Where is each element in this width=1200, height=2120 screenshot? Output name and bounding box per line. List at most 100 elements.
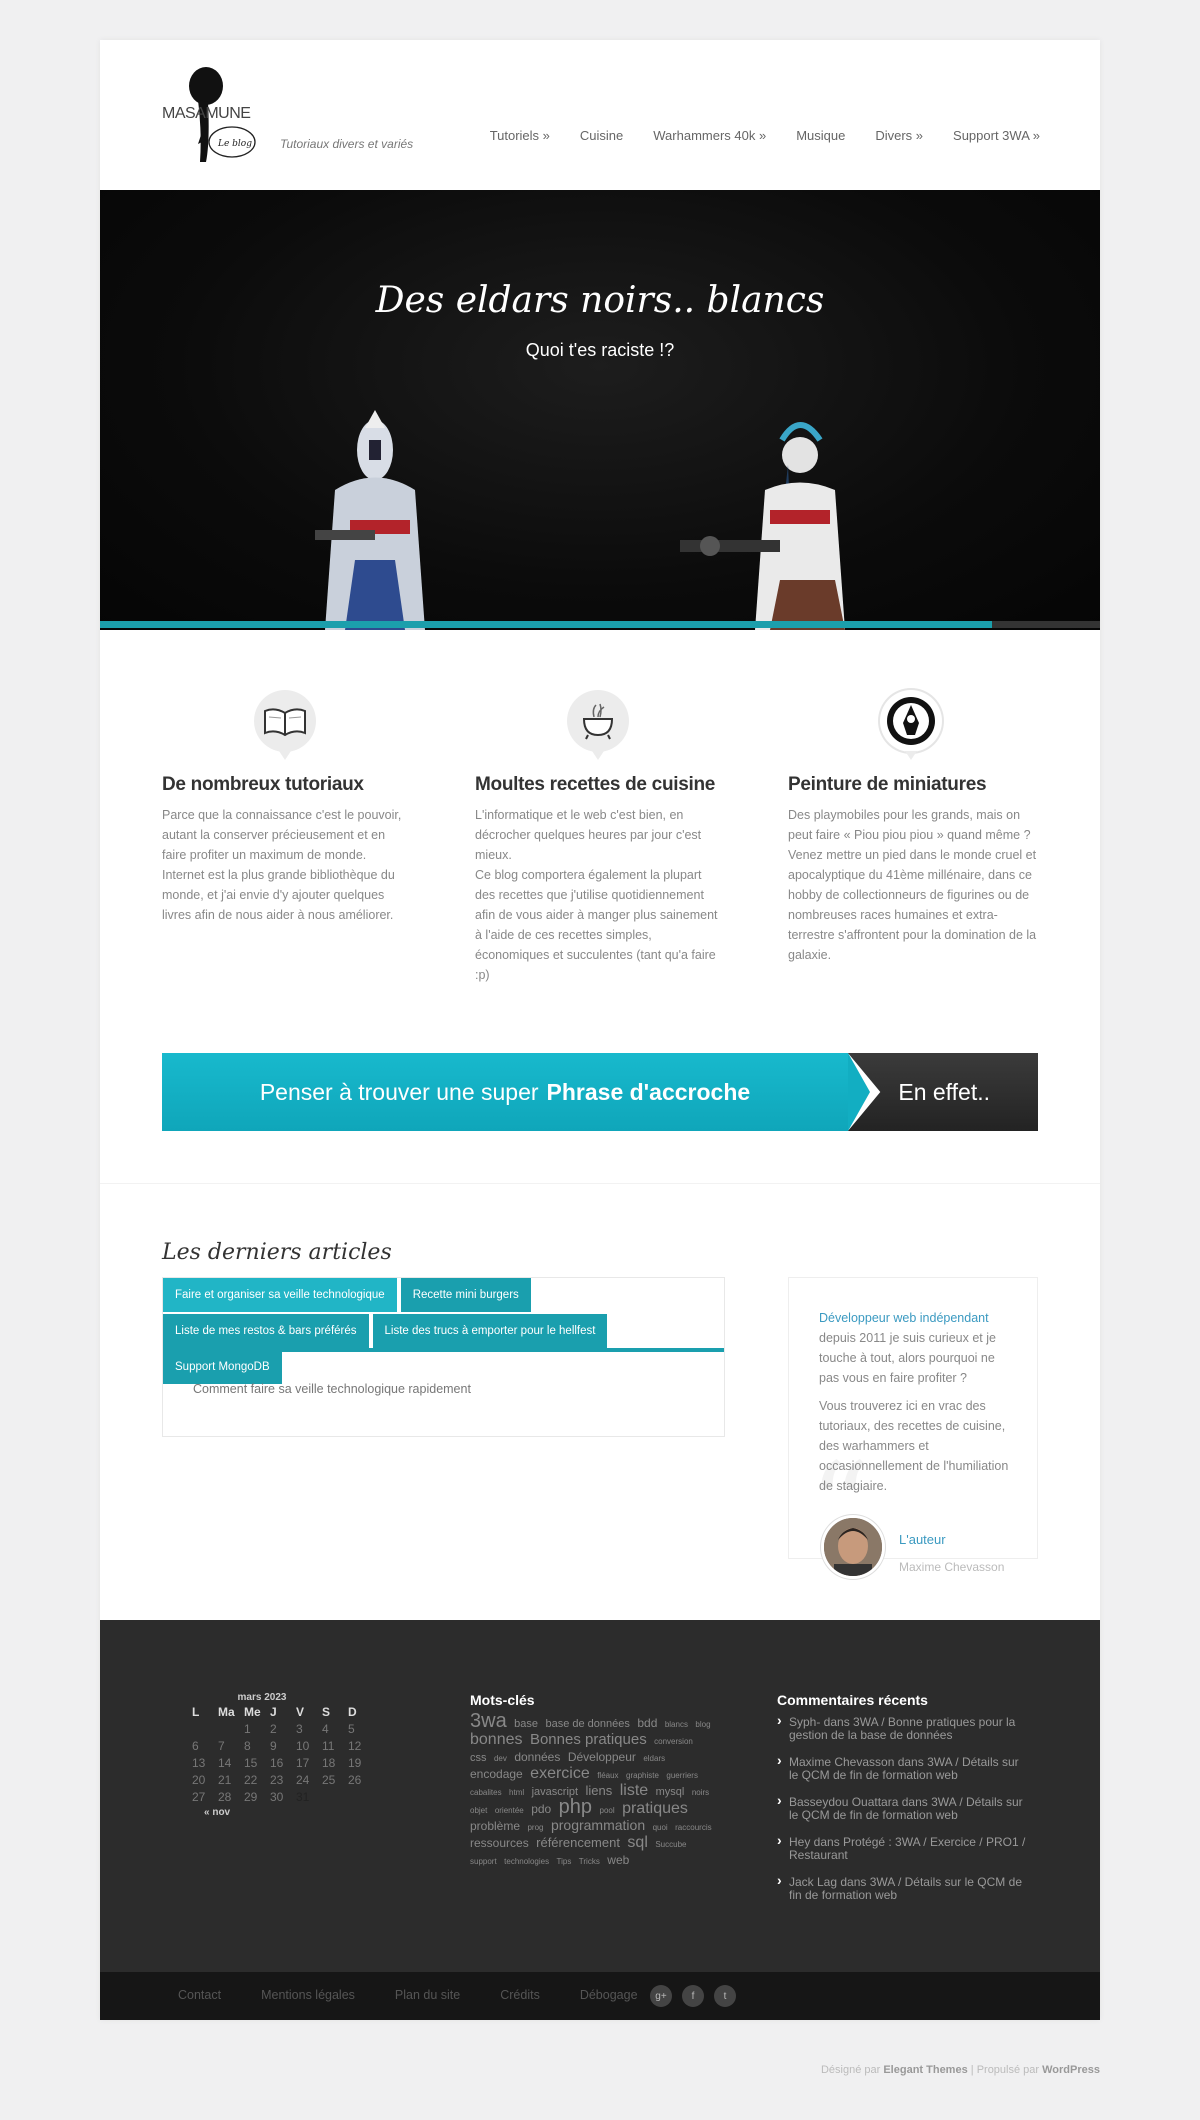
tag-link[interactable]: liste xyxy=(620,1782,648,1799)
tag-link[interactable]: référencement xyxy=(536,1835,620,1850)
tag-link[interactable]: prog xyxy=(527,1823,543,1832)
calendar-day: 22 xyxy=(244,1772,258,1787)
nav-item-support-3wa[interactable]: Support 3WA » xyxy=(953,128,1040,143)
author-label[interactable]: L'auteur xyxy=(899,1532,946,1547)
tag-link[interactable]: programmation xyxy=(551,1817,645,1833)
calendar-day: 15 xyxy=(244,1755,258,1770)
tag-link[interactable]: noirs xyxy=(692,1788,709,1797)
tag-link[interactable]: pdo xyxy=(531,1802,551,1816)
section-divider xyxy=(100,1183,1100,1184)
tag-link[interactable]: pool xyxy=(600,1806,615,1815)
calendar-day: 11 xyxy=(322,1738,335,1753)
calendar-day: 6 xyxy=(192,1738,199,1753)
tag-link[interactable]: dev xyxy=(494,1754,507,1763)
google-plus-icon[interactable]: g+ xyxy=(650,1985,672,2007)
tag-link[interactable]: données xyxy=(514,1750,560,1764)
tab-restos[interactable]: Liste de mes restos & bars préférés xyxy=(163,1314,369,1348)
calendar-day: 16 xyxy=(270,1755,284,1770)
twitter-icon[interactable]: t xyxy=(714,1985,736,2007)
tab-mongodb[interactable]: Support MongoDB xyxy=(163,1350,282,1384)
comment-item[interactable]: Hey dans Protégé : 3WA / Exercice / PRO1… xyxy=(777,1834,1027,1862)
calendar-prev-link[interactable]: « nov xyxy=(204,1807,382,1818)
tab-burgers[interactable]: Recette mini burgers xyxy=(400,1278,531,1312)
comment-item[interactable]: Syph- dans 3WA / Bonne pratiques pour la… xyxy=(777,1714,1027,1742)
footer-link-debogage[interactable]: Débogage xyxy=(580,1988,638,2002)
credits-platform-link[interactable]: WordPress xyxy=(1042,2064,1100,2076)
tag-link[interactable]: css xyxy=(470,1752,487,1764)
nav-item-cuisine[interactable]: Cuisine xyxy=(580,128,623,143)
tag-link[interactable]: blancs xyxy=(665,1720,688,1729)
feature-cuisine: Moultes recettes de cuisine L'informatiq… xyxy=(475,690,725,985)
tag-link[interactable]: graphiste xyxy=(626,1771,659,1780)
site-logo[interactable]: MASAMUNE Le blog xyxy=(162,62,262,162)
tab-hellfest[interactable]: Liste des trucs à emporter pour le hellf… xyxy=(372,1314,608,1348)
tag-link[interactable]: orientée xyxy=(495,1806,524,1815)
tag-link[interactable]: ressources xyxy=(470,1836,529,1850)
facebook-icon[interactable]: f xyxy=(682,1985,704,2007)
feature-text: Des playmobiles pour les grands, mais on… xyxy=(788,808,1037,962)
tag-link[interactable]: encodage xyxy=(470,1767,523,1781)
tag-link[interactable]: html xyxy=(509,1788,524,1797)
calendar-day: 28 xyxy=(218,1789,232,1804)
comment-item[interactable]: Maxime Chevasson dans 3WA / Détails sur … xyxy=(777,1754,1027,1782)
site-tagline: Tutoriaux divers et variés xyxy=(280,137,414,151)
calendar-day: 18 xyxy=(322,1755,336,1770)
miniature-image-left xyxy=(315,410,425,630)
feature-title: Moultes recettes de cuisine xyxy=(475,774,716,795)
tag-link[interactable]: bonnes xyxy=(470,1731,523,1748)
tab-veille[interactable]: Faire et organiser sa veille technologiq… xyxy=(163,1278,397,1312)
author-lead[interactable]: Développeur web indépendant xyxy=(819,1311,989,1325)
tag-link[interactable]: Bonnes pratiques xyxy=(530,1731,647,1748)
tag-link[interactable]: Tricks xyxy=(579,1857,600,1866)
tag-link[interactable]: guerriers xyxy=(666,1771,698,1780)
calendar-day: 25 xyxy=(322,1772,336,1787)
tag-link[interactable]: Développeur xyxy=(568,1750,636,1764)
credits-separator: | xyxy=(970,2064,974,2076)
nav-item-warhammers[interactable]: Warhammers 40k » xyxy=(653,128,766,143)
footer-link-contact[interactable]: Contact xyxy=(178,1988,221,2002)
hero-slider[interactable]: Des eldars noirs.. blancs Quoi t'es raci… xyxy=(100,190,1100,630)
nav-item-divers[interactable]: Divers » xyxy=(875,128,923,143)
tag-link[interactable]: blog xyxy=(695,1720,710,1729)
author-name: Maxime Chevasson xyxy=(899,1560,1005,1574)
tag-link[interactable]: pratiques xyxy=(622,1800,688,1817)
tag-link[interactable]: support xyxy=(470,1857,497,1866)
calendar-day: 1 xyxy=(244,1721,251,1736)
tag-link[interactable]: Succube xyxy=(655,1840,686,1849)
calendar-day xyxy=(218,1720,244,1737)
tag-link[interactable]: cabalites xyxy=(470,1788,502,1797)
tag-link[interactable]: problème xyxy=(470,1819,520,1833)
calendar-day: 24 xyxy=(296,1772,310,1787)
tag-link[interactable]: exercice xyxy=(530,1765,590,1782)
footer-link-plan[interactable]: Plan du site xyxy=(395,1988,460,2002)
nav-item-musique[interactable]: Musique xyxy=(796,128,845,143)
tag-link[interactable]: web xyxy=(607,1853,629,1867)
nav-item-tutoriels[interactable]: Tutoriels » xyxy=(490,128,550,143)
tab-list: Faire et organiser sa veille technologiq… xyxy=(163,1278,726,1386)
calendar-day: 29 xyxy=(244,1789,258,1804)
tag-link[interactable]: raccourcis xyxy=(675,1823,711,1832)
calendar-table: L Ma Me J V S D 1 2 3 4 5 6 7 8 9 10 11 12 13 14 15 16 17 18 19 2… xyxy=(192,1703,374,1805)
tag-link[interactable]: 3wa xyxy=(470,1710,507,1732)
tag-link[interactable]: objet xyxy=(470,1806,487,1815)
tag-link[interactable]: Tips xyxy=(557,1857,572,1866)
tag-link[interactable]: eldars xyxy=(643,1754,665,1763)
tag-link[interactable]: conversion xyxy=(654,1737,693,1746)
comment-item[interactable]: Jack Lag dans 3WA / Détails sur le QCM d… xyxy=(777,1874,1027,1902)
tag-link[interactable]: sql xyxy=(627,1834,647,1851)
comment-item[interactable]: Basseydou Ouattara dans 3WA / Détails su… xyxy=(777,1794,1027,1822)
tag-link[interactable]: base xyxy=(514,1718,538,1730)
credits-designer-link[interactable]: Elegant Themes xyxy=(883,2064,967,2076)
footer-link-mentions[interactable]: Mentions légales xyxy=(261,1988,355,2002)
calendar-weekday: S xyxy=(322,1704,331,1719)
tag-link[interactable]: fléaux xyxy=(597,1771,618,1780)
tag-link[interactable]: php xyxy=(559,1796,592,1818)
tag-link[interactable]: bdd xyxy=(637,1716,657,1730)
tag-link[interactable]: technologies xyxy=(504,1857,549,1866)
tag-link[interactable]: mysql xyxy=(656,1786,685,1798)
footer-link-credits[interactable]: Crédits xyxy=(500,1988,540,2002)
calendar-day xyxy=(322,1788,348,1805)
tag-link[interactable]: base de données xyxy=(545,1718,629,1730)
tag-link[interactable]: quoi xyxy=(653,1823,668,1832)
calendar-day: 13 xyxy=(192,1755,206,1770)
